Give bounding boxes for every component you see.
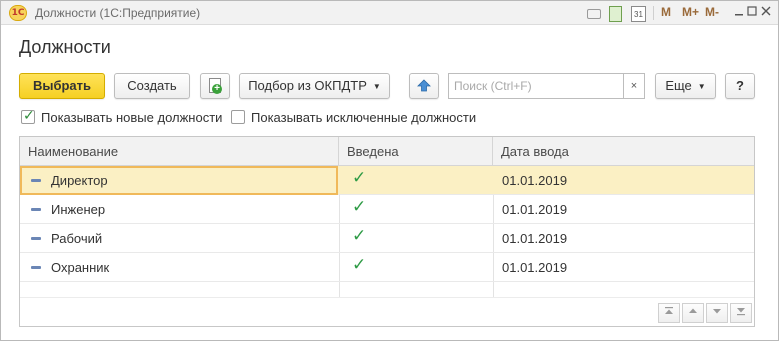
checkmark-icon: ✓ bbox=[352, 226, 367, 245]
okpdtr-select-button[interactable]: Подбор из ОКПДТР ▼ bbox=[239, 73, 390, 99]
calendar-icon[interactable] bbox=[630, 5, 646, 22]
cell-name[interactable]: Инженер bbox=[20, 195, 338, 224]
nav-first-icon bbox=[665, 307, 673, 314]
row-name-text: Рабочий bbox=[51, 231, 103, 246]
checkmark-icon: ✓ bbox=[352, 168, 367, 187]
table-row[interactable]: Рабочий ✓ 01.01.2019 bbox=[20, 224, 754, 253]
nav-first-button[interactable] bbox=[658, 303, 680, 323]
table-row[interactable]: Инженер ✓ 01.01.2019 bbox=[20, 195, 754, 224]
table-header: Наименование Введена Дата ввода bbox=[20, 137, 754, 166]
cell-date: 01.01.2019 bbox=[502, 231, 568, 246]
column-header-introduced[interactable]: Введена bbox=[339, 137, 493, 166]
table-footer-divider bbox=[20, 297, 754, 298]
nav-up-icon bbox=[689, 308, 697, 313]
cell-name[interactable]: Директор bbox=[20, 166, 338, 195]
cell-introduced: ✓ bbox=[339, 166, 492, 195]
clear-icon[interactable]: × bbox=[623, 73, 645, 99]
chevron-down-icon: ▼ bbox=[697, 81, 706, 91]
checkmark-icon: ✓ bbox=[352, 255, 367, 274]
up-level-button[interactable] bbox=[409, 73, 439, 99]
show-new-filter[interactable]: ✓ Показывать новые должности bbox=[21, 107, 226, 127]
create-document-icon bbox=[209, 78, 222, 94]
title-bar: 1С Должности (1С:Предприятие) M M+ M- bbox=[1, 1, 778, 25]
cell-name[interactable]: Охранник bbox=[20, 253, 338, 282]
cell-date: 01.01.2019 bbox=[502, 173, 568, 188]
cell-date: 01.01.2019 bbox=[502, 202, 568, 217]
cell-introduced: ✓ bbox=[339, 195, 492, 224]
cell-introduced: ✓ bbox=[339, 253, 492, 282]
page-title: Должности bbox=[19, 37, 111, 57]
nav-last-button[interactable] bbox=[730, 303, 752, 323]
nav-up-button[interactable] bbox=[682, 303, 704, 323]
show-excluded-filter[interactable]: Показывать исключенные должности bbox=[231, 109, 481, 127]
okpdtr-select-label: Подбор из ОКПДТР bbox=[248, 78, 367, 93]
row-name-text: Инженер bbox=[51, 202, 106, 217]
show-excluded-label: Показывать исключенные должности bbox=[251, 110, 477, 125]
more-button[interactable]: Еще ▼ bbox=[655, 73, 716, 99]
close-button[interactable] bbox=[758, 5, 774, 21]
row-dash-icon bbox=[31, 266, 41, 269]
positions-table: Наименование Введена Дата ввода Директор… bbox=[19, 136, 755, 327]
titlebar-divider bbox=[653, 6, 654, 20]
checkmark-icon: ✓ bbox=[352, 197, 367, 216]
table-row[interactable]: Охранник ✓ 01.01.2019 bbox=[20, 253, 754, 282]
nav-last-icon bbox=[737, 308, 745, 316]
up-arrow-icon bbox=[417, 79, 431, 92]
create-button[interactable]: Создать bbox=[114, 73, 190, 99]
show-excluded-checkbox[interactable] bbox=[231, 110, 245, 124]
more-label: Еще bbox=[665, 78, 692, 93]
nav-down-button[interactable] bbox=[706, 303, 728, 323]
show-new-label: Показывать новые должности bbox=[41, 110, 223, 125]
memory-plus-button[interactable]: M+ bbox=[682, 5, 699, 19]
select-button[interactable]: Выбрать bbox=[19, 73, 105, 99]
column-header-date[interactable]: Дата ввода bbox=[493, 137, 754, 166]
row-name-text: Охранник bbox=[51, 260, 110, 275]
column-header-name[interactable]: Наименование bbox=[20, 137, 339, 166]
checkmark-icon: ✓ bbox=[23, 107, 35, 123]
calculator-icon[interactable] bbox=[607, 5, 623, 22]
create-document-button[interactable] bbox=[200, 73, 230, 99]
maximize-icon bbox=[747, 6, 757, 16]
search-input[interactable]: Поиск (Ctrl+F) bbox=[448, 73, 623, 99]
help-button[interactable]: ? bbox=[725, 73, 755, 99]
nav-down-icon bbox=[713, 309, 721, 314]
window-title: Должности (1С:Предприятие) bbox=[35, 6, 201, 20]
window: 1С Должности (1С:Предприятие) M M+ M- До… bbox=[0, 0, 779, 341]
row-dash-icon bbox=[31, 208, 41, 211]
memory-minus-button[interactable]: M- bbox=[705, 5, 719, 19]
cell-introduced: ✓ bbox=[339, 224, 492, 253]
chevron-down-icon: ▼ bbox=[372, 81, 381, 91]
link-icon[interactable] bbox=[584, 5, 602, 21]
table-row[interactable]: Директор ✓ 01.01.2019 bbox=[20, 166, 754, 195]
memory-m-button[interactable]: M bbox=[661, 5, 671, 19]
app-logo-icon[interactable]: 1С bbox=[9, 5, 27, 21]
row-dash-icon bbox=[31, 237, 41, 240]
row-name-text: Директор bbox=[51, 173, 108, 188]
show-new-checkbox[interactable]: ✓ bbox=[21, 107, 35, 124]
close-icon bbox=[761, 6, 771, 16]
cell-date: 01.01.2019 bbox=[502, 260, 568, 275]
row-dash-icon bbox=[31, 179, 41, 182]
cell-name[interactable]: Рабочий bbox=[20, 224, 338, 253]
